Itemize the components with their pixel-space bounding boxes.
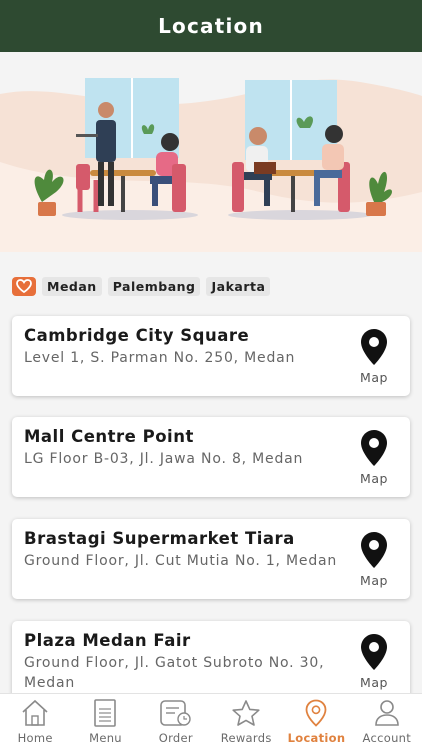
map-label: Map (360, 675, 388, 690)
tab-label: Location (287, 731, 346, 745)
tab-label: Account (362, 731, 412, 745)
favorites-filter-button[interactable] (12, 276, 36, 296)
tab-order[interactable]: Order (141, 694, 211, 750)
hero-illustration (0, 52, 422, 252)
location-name: Cambridge City Square (24, 326, 250, 345)
tab-location[interactable]: Location (281, 694, 351, 750)
order-icon (160, 700, 191, 726)
city-chip-jakarta[interactable]: Jakarta (206, 276, 271, 296)
location-card[interactable]: Cambridge City Square Level 1, S. Parman… (12, 316, 410, 396)
city-filter-bar: Medan Palembang Jakarta (12, 276, 271, 296)
bottom-tab-bar: Home Menu Order Rewards Location Account (0, 693, 422, 750)
page-title: Location (158, 14, 264, 38)
map-label: Map (360, 573, 388, 588)
map-button[interactable]: Map (354, 429, 394, 486)
heart-icon (16, 279, 32, 293)
person-icon (374, 700, 399, 726)
map-label: Map (360, 370, 388, 385)
map-button[interactable]: Map (354, 328, 394, 385)
tab-label: Home (17, 731, 53, 745)
location-address: Ground Floor, Jl. Gatot Subroto No. 30, … (24, 655, 325, 691)
tab-home[interactable]: Home (0, 694, 70, 750)
location-card[interactable]: Brastagi Supermarket Tiara Ground Floor,… (12, 519, 410, 599)
location-card[interactable]: Plaza Medan Fair Ground Floor, Jl. Gatot… (12, 621, 410, 701)
app-header: Location (0, 0, 422, 52)
location-card[interactable]: Mall Centre Point LG Floor B-03, Jl. Jaw… (12, 417, 410, 497)
map-pin-icon (361, 532, 387, 568)
tab-account[interactable]: Account (352, 694, 422, 750)
map-pin-icon (361, 430, 387, 466)
map-pin-icon (361, 634, 387, 670)
location-pin-icon (306, 699, 327, 727)
city-chip-palembang[interactable]: Palembang (107, 276, 201, 296)
tab-label: Menu (89, 731, 122, 745)
location-name: Brastagi Supermarket Tiara (24, 529, 295, 548)
tab-label: Order (158, 731, 193, 745)
map-button[interactable]: Map (354, 633, 394, 690)
map-pin-icon (361, 329, 387, 365)
menu-book-icon (94, 699, 117, 727)
tab-menu[interactable]: Menu (70, 694, 140, 750)
location-name: Plaza Medan Fair (24, 631, 191, 650)
home-icon (22, 699, 48, 726)
star-icon (232, 700, 260, 726)
map-button[interactable]: Map (354, 531, 394, 588)
location-address: LG Floor B-03, Jl. Jawa No. 8, Medan (24, 451, 304, 467)
location-address: Ground Floor, Jl. Cut Mutia No. 1, Medan (24, 553, 338, 569)
location-address: Level 1, S. Parman No. 250, Medan (24, 350, 296, 366)
tab-label: Rewards (220, 731, 272, 745)
city-chip-medan[interactable]: Medan (42, 276, 102, 296)
map-label: Map (360, 471, 388, 486)
location-name: Mall Centre Point (24, 427, 194, 446)
tab-rewards[interactable]: Rewards (211, 694, 281, 750)
